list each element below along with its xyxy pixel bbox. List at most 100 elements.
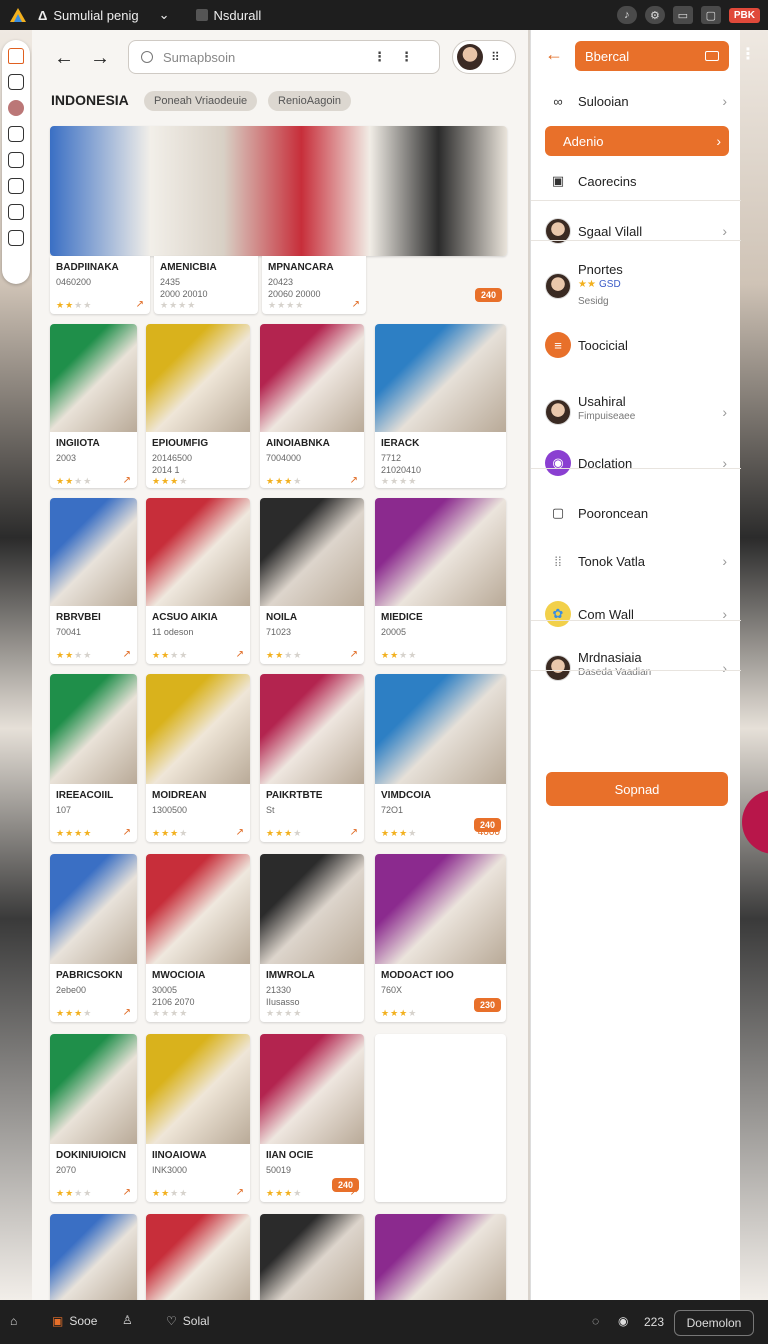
store-card-image[interactable] xyxy=(260,1214,364,1300)
status-badge[interactable]: PBK xyxy=(728,7,760,23)
share-icon[interactable]: ↗ xyxy=(236,827,244,838)
store-card[interactable]: ACSUO AIKIA 11 odeson ★★★★ ↗ xyxy=(146,498,250,664)
store-card-image[interactable] xyxy=(50,1214,137,1300)
store-card[interactable]: PAIKRTBTE St ★★★★ ↗ xyxy=(260,674,364,842)
action-pill-button[interactable]: Doemolon xyxy=(674,1310,754,1336)
store-card[interactable]: MOIDREAN 1300500 ★★★★ ↗ xyxy=(146,674,250,842)
panel-header-button[interactable]: Bbercal xyxy=(575,41,729,71)
panel-item[interactable]: Sgaal Vilall › xyxy=(531,216,741,246)
panel-item[interactable]: Usahiral Fimpuiseaee › xyxy=(531,390,741,434)
share-icon[interactable]: ↗ xyxy=(123,475,131,486)
star-rating: ★★★★ xyxy=(152,828,189,838)
more-icon[interactable]: ⋮⋮ xyxy=(373,49,427,65)
store-card[interactable]: IINOAIOWA INK3000 ★★★★ ↗ xyxy=(146,1034,250,1202)
store-card[interactable]: MPNANCARA 20423 20060 20000 ★★★★ ↗ xyxy=(262,256,366,314)
home-icon[interactable]: ⌂ xyxy=(10,1314,17,1328)
store-card-image[interactable] xyxy=(146,1214,250,1300)
back-arrow-icon[interactable]: ← xyxy=(545,44,563,65)
share-icon[interactable]: ↗ xyxy=(123,827,131,838)
panel-item-label: Pooroncean xyxy=(578,505,649,521)
notification-icon[interactable]: ◉ xyxy=(618,1314,628,1328)
app-tab[interactable]: Δ Sumulial penig ⌄ xyxy=(38,7,170,23)
hero-banner-image[interactable] xyxy=(50,126,507,256)
avatar[interactable] xyxy=(8,100,24,116)
store-card[interactable]: BADPIINAKA 0460200 ★★★★ ↗ xyxy=(50,256,150,314)
store-meta: 7004000 xyxy=(266,453,302,463)
store-card[interactable]: EPIOUMFIG 20146500 2014 1 ★★★★ xyxy=(146,324,250,488)
divider xyxy=(531,468,741,469)
filter-chip[interactable]: Poneah Vriaodeuie xyxy=(144,91,258,111)
store-card[interactable]: PABRICSOKN 2ebe00 ★★★★ ↗ xyxy=(50,854,137,1022)
store-card[interactable]: INGIIOTA 2003 ★★★★ ↗ xyxy=(50,324,137,488)
camera-icon[interactable]: ▭ xyxy=(672,6,693,24)
store-name: VIMDCOIA xyxy=(381,790,431,801)
bus-icon[interactable] xyxy=(8,178,24,194)
store-card[interactable]: MODOACT IOO 760X ★★★★ xyxy=(375,854,506,1022)
secondary-tab[interactable]: Nsdurall xyxy=(195,8,261,23)
bottom-item-social[interactable]: ♡ Solal xyxy=(166,1314,209,1328)
panel-item[interactable]: ∞ Sulooian › xyxy=(531,88,741,114)
store-card[interactable]: MWOCIOIA 30005 2106 2070 ★★★★ xyxy=(146,854,250,1022)
panel-item[interactable]: ▢ Pooroncean xyxy=(531,500,741,526)
back-arrow-icon[interactable]: ← xyxy=(50,44,78,72)
store-icon: ▣ xyxy=(52,1314,64,1328)
panel-item[interactable]: ◉ Doclation › xyxy=(531,448,741,478)
window-icon[interactable]: ▢ xyxy=(700,6,721,24)
search-input[interactable]: Sumapbsoin ⋮⋮ xyxy=(128,40,440,74)
panel-item-label: Adenio xyxy=(563,133,604,149)
more-vert-icon[interactable]: ⋮ xyxy=(740,44,756,64)
share-icon[interactable]: ↗ xyxy=(350,649,358,660)
bottom-item-stores[interactable]: ▣ Sooe xyxy=(52,1314,97,1328)
user-icon[interactable]: ♙ xyxy=(122,1313,133,1327)
share-icon[interactable]: ↗ xyxy=(123,649,131,660)
chat-icon[interactable]: ◌ xyxy=(592,1314,599,1328)
document-icon[interactable] xyxy=(8,74,24,90)
share-icon[interactable]: ↗ xyxy=(352,299,360,310)
panel-item[interactable]: ▣ Caorecins xyxy=(531,168,741,194)
panel-item[interactable]: Adenio › xyxy=(545,126,729,156)
panel-item[interactable]: ≡ Toocicial xyxy=(531,330,741,360)
chat-icon[interactable] xyxy=(8,126,24,142)
store-card[interactable]: DOKINIUIOICN 2070 ★★★★ ↗ xyxy=(50,1034,137,1202)
store-card[interactable]: IMWROLA 21330 IIusasso ★★★★ xyxy=(260,854,364,1022)
share-icon[interactable]: ↗ xyxy=(236,1187,244,1198)
primary-cta-button[interactable]: Sopnad xyxy=(546,772,728,806)
panel-item[interactable]: Pnortes ★★ GSD Sesidg xyxy=(531,258,741,314)
share-icon[interactable]: ↗ xyxy=(123,1187,131,1198)
share-icon[interactable]: ↗ xyxy=(350,827,358,838)
store-card[interactable]: NOILA 71023 ★★★★ ↗ xyxy=(260,498,364,664)
pin-icon: ♡ xyxy=(166,1314,177,1328)
share-icon[interactable]: ↗ xyxy=(350,475,358,486)
home-icon[interactable] xyxy=(8,48,24,64)
store-card-image[interactable] xyxy=(375,1214,506,1300)
store-card[interactable]: IERACK 7712 21020410 ★★★★ xyxy=(375,324,506,488)
store-card[interactable]: VIMDCOIA 72O1 ★★★★ 4000 xyxy=(375,674,506,842)
share-icon[interactable]: ↗ xyxy=(236,649,244,660)
store-meta: 20146500 2014 1 xyxy=(152,453,193,475)
store-card[interactable]: AMENICBIA 2435 2000 20010 ★★★★ xyxy=(154,256,258,314)
background-right xyxy=(738,30,768,1300)
profile-button[interactable]: ⠿ xyxy=(452,40,516,74)
forward-arrow-icon[interactable]: → xyxy=(86,44,114,72)
empty-card xyxy=(375,1034,506,1202)
panel-item[interactable]: Mrdnasiaia Daseda Vaadian › xyxy=(531,646,741,690)
settings-icon[interactable]: ⚙ xyxy=(644,6,665,24)
store-name: MODOACT IOO xyxy=(381,970,454,981)
store-card[interactable]: IREEACOIIL 107 ★★★★ ↗ xyxy=(50,674,137,842)
store-meta: St xyxy=(266,805,275,815)
store-card[interactable]: IIAN OCIE 50019 ★★★★ ↗ xyxy=(260,1034,364,1202)
panel-item[interactable]: ✿ Com Wall › xyxy=(531,596,741,632)
star-rating: ★★★★ xyxy=(381,828,418,838)
book-icon[interactable] xyxy=(8,230,24,246)
globe-icon[interactable] xyxy=(8,204,24,220)
mail-icon[interactable] xyxy=(8,152,24,168)
share-icon[interactable]: ↗ xyxy=(136,299,144,310)
panel-item[interactable]: ⁞⁞ Tonok Vatla › xyxy=(531,546,741,576)
bell-icon[interactable]: ♪ xyxy=(616,6,637,24)
store-card[interactable]: RBRVBEI 70041 ★★★★ ↗ xyxy=(50,498,137,664)
share-icon[interactable]: ↗ xyxy=(123,1007,131,1018)
filter-chip[interactable]: RenioAagoin xyxy=(268,91,351,111)
store-card[interactable]: MIEDICE 20005 ★★★★ xyxy=(375,498,506,664)
app-logo-icon[interactable] xyxy=(8,6,28,24)
store-card[interactable]: AINOIABNKA 7004000 ★★★★ ↗ xyxy=(260,324,364,488)
